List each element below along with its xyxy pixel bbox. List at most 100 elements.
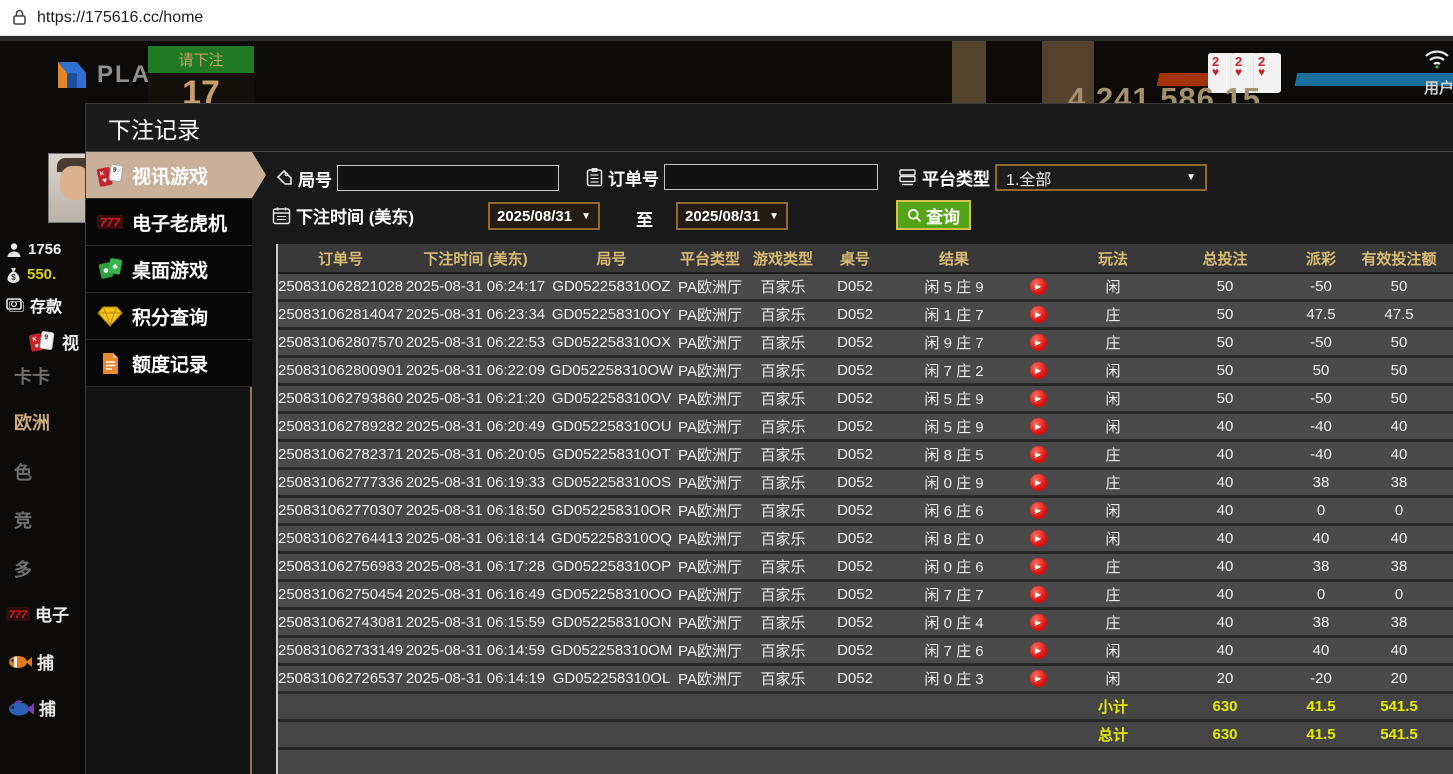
- bet-records-table: 订单号下注时间 (美东)局号平台类型游戏类型桌号结果玩法总投注派彩有效投注额 2…: [278, 244, 1453, 774]
- sidebar-item-4[interactable]: 积分查询: [86, 293, 252, 340]
- sidebar-item-5[interactable]: 额度记录: [86, 340, 252, 387]
- left-slots-item[interactable]: 777 电子: [6, 601, 69, 626]
- cell-platform: PA欧洲厅: [675, 385, 745, 413]
- chevron-down-icon: ▼: [581, 211, 591, 222]
- replay-play-icon[interactable]: ▶: [1030, 446, 1047, 463]
- replay-play-icon[interactable]: ▶: [1030, 670, 1047, 687]
- cell-play: 庄: [1057, 581, 1169, 609]
- tag-icon: [274, 169, 293, 188]
- cell-empty: [1437, 721, 1453, 749]
- col-header: 局号: [548, 244, 675, 273]
- table-row: 2508310627773362025-08-31 06:19:33GD0522…: [278, 469, 1453, 497]
- cell-result: 闲 0 庄 3: [889, 665, 1019, 693]
- balance-row: $ 550.: [6, 266, 56, 283]
- right-panel-item[interactable]: 用户: [1424, 77, 1453, 98]
- cell-table: D052: [821, 301, 889, 329]
- cell-bet: 40: [1169, 553, 1281, 581]
- cell-replay: ▶: [1019, 525, 1057, 553]
- replay-play-icon[interactable]: ▶: [1030, 278, 1047, 295]
- left-fishing-item-2[interactable]: 捕: [6, 695, 56, 720]
- cell-game: 百家乐: [745, 441, 821, 469]
- table-row: 2508310627504542025-08-31 06:16:49GD0522…: [278, 581, 1453, 609]
- table-row: 2508310627892822025-08-31 06:20:49GD0522…: [278, 413, 1453, 441]
- replay-play-icon[interactable]: ▶: [1030, 362, 1047, 379]
- cell-empty: [889, 693, 1019, 721]
- sidebar-item-3[interactable]: ♣桌面游戏: [86, 246, 252, 293]
- replay-play-icon[interactable]: ▶: [1030, 614, 1047, 631]
- table-row: 2508310628140472025-08-31 06:23:34GD0522…: [278, 301, 1453, 329]
- cell-game: 百家乐: [745, 637, 821, 665]
- replay-play-icon[interactable]: ▶: [1030, 502, 1047, 519]
- date-to-wrap: 2025/08/31 ▼: [676, 202, 788, 230]
- cell-table: D052: [821, 665, 889, 693]
- bet-time-filter-label: 下注时间 (美东): [296, 203, 414, 228]
- cell-replay: ▶: [1019, 441, 1057, 469]
- cell-payout: 38: [1281, 609, 1361, 637]
- order-number-input[interactable]: [664, 164, 878, 190]
- video-tab-fragment[interactable]: K♥9 视: [28, 329, 79, 354]
- table-row: 2508310628210282025-08-31 06:24:17GD0522…: [278, 273, 1453, 301]
- platform-type-select[interactable]: 1.全部 ▼: [995, 164, 1207, 191]
- cell-table: D052: [821, 525, 889, 553]
- cell-valid-bet: 47.5: [1361, 301, 1437, 329]
- cell-replay: ▶: [1019, 273, 1057, 301]
- totals-value: 541.5: [1361, 721, 1437, 749]
- replay-play-icon[interactable]: ▶: [1030, 390, 1047, 407]
- total-row: 总计63041.5541.5: [278, 721, 1453, 749]
- table-row: 2508310627265372025-08-31 06:14:19GD0522…: [278, 665, 1453, 693]
- replay-play-icon[interactable]: ▶: [1030, 642, 1047, 659]
- cell-order: 250831062814047: [278, 301, 403, 329]
- left-menu-item[interactable]: 多: [14, 556, 32, 582]
- cell-order: 250831062770307: [278, 497, 403, 525]
- date-to-picker[interactable]: 2025/08/31 ▼: [676, 202, 788, 230]
- cell-bet: 40: [1169, 469, 1281, 497]
- sidebar-item-1[interactable]: K♥9视讯游戏: [86, 152, 252, 199]
- cell-platform: PA欧洲厅: [675, 665, 745, 693]
- cell-result: 闲 5 庄 9: [889, 385, 1019, 413]
- replay-play-icon[interactable]: ▶: [1030, 418, 1047, 435]
- cell-empty: [675, 693, 745, 721]
- cell-empty: [821, 721, 889, 749]
- left-fishing-item[interactable]: 捕: [6, 649, 54, 674]
- order-filter-label: 订单号: [608, 165, 659, 190]
- cell-valid-bet: 50: [1361, 273, 1437, 301]
- playace-logo-mark-icon: [55, 59, 89, 91]
- replay-play-icon[interactable]: ▶: [1030, 474, 1047, 491]
- replay-play-icon[interactable]: ▶: [1030, 306, 1047, 323]
- replay-play-icon[interactable]: ▶: [1030, 558, 1047, 575]
- cell-game: 百家乐: [745, 553, 821, 581]
- left-menu-item[interactable]: 色: [14, 459, 32, 485]
- cell-valid-bet: 38: [1361, 609, 1437, 637]
- deposit-button[interactable]: 存款: [6, 293, 62, 317]
- browser-address-bar[interactable]: https://175616.cc/home: [0, 0, 1453, 36]
- cell-time: 2025-08-31 06:23:34: [403, 301, 548, 329]
- sidebar-item-2[interactable]: 777电子老虎机: [86, 199, 252, 246]
- cell-bet: 20: [1169, 665, 1281, 693]
- totals-value: 630: [1169, 693, 1281, 721]
- date-from-picker[interactable]: 2025/08/31 ▼: [488, 202, 600, 230]
- cell-empty: [403, 693, 548, 721]
- cell-status: 已结算: [1437, 637, 1453, 665]
- replay-play-icon[interactable]: ▶: [1030, 334, 1047, 351]
- left-menu-item-active[interactable]: 欧洲: [14, 409, 50, 435]
- cell-valid-bet: 0: [1361, 581, 1437, 609]
- url-text[interactable]: https://175616.cc/home: [37, 9, 203, 27]
- replay-play-icon[interactable]: ▶: [1030, 586, 1047, 603]
- cell-table: D052: [821, 497, 889, 525]
- left-menu-item[interactable]: 竞: [14, 507, 32, 533]
- to-label: 至: [636, 206, 653, 231]
- replay-play-icon[interactable]: ▶: [1030, 530, 1047, 547]
- col-header: 订单号: [278, 244, 403, 273]
- cell-play: 闲: [1057, 273, 1169, 301]
- cell-valid-bet: 50: [1361, 329, 1437, 357]
- query-button[interactable]: 查询: [896, 200, 971, 230]
- cell-platform: PA欧洲厅: [675, 581, 745, 609]
- left-menu-item[interactable]: 卡卡: [14, 363, 50, 389]
- round-number-input[interactable]: [337, 165, 559, 191]
- cell-round: GD052258310OP: [548, 553, 675, 581]
- cell-order: 250831062764413: [278, 525, 403, 553]
- sidebar-item-label: 桌面游戏: [132, 256, 208, 283]
- cell-bet: 40: [1169, 609, 1281, 637]
- table-row: 2508310627703072025-08-31 06:18:50GD0522…: [278, 497, 1453, 525]
- cell-game: 百家乐: [745, 525, 821, 553]
